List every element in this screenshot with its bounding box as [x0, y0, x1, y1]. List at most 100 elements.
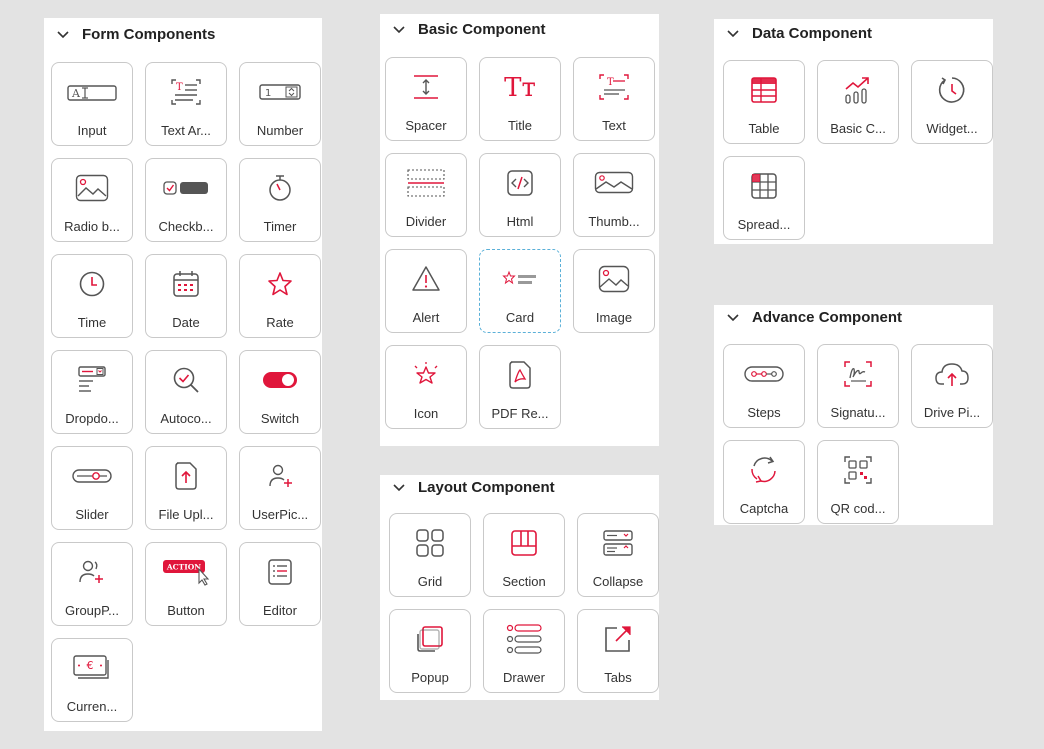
tile-file-upload[interactable]: File Upl...: [145, 446, 227, 530]
tile-captcha[interactable]: Captcha: [723, 440, 805, 524]
tile-tabs[interactable]: Tabs: [577, 609, 659, 693]
tile-label: Radio b...: [64, 219, 120, 234]
chevron-down-icon[interactable]: [392, 22, 406, 36]
chevron-down-icon[interactable]: [392, 480, 406, 494]
tile-label: Number: [256, 123, 304, 138]
tile-label: Widget...: [926, 121, 978, 136]
advance-component-panel: Advance Component Steps Signatu... Drive…: [714, 305, 993, 525]
tile-card[interactable]: Card: [479, 249, 561, 333]
tile-date[interactable]: Date: [145, 254, 227, 338]
chevron-down-icon[interactable]: [726, 26, 740, 40]
tile-basic-chart[interactable]: Basic C...: [817, 60, 899, 144]
tile-label: Image: [595, 310, 633, 325]
tile-dropdown[interactable]: Dropdo...: [51, 350, 133, 434]
basic-component-grid: Spacer Tт Title T Text Divider Html Thum…: [385, 57, 657, 429]
tile-text[interactable]: T Text: [573, 57, 655, 141]
tile-icon[interactable]: Icon: [385, 345, 467, 429]
tile-label: Section: [502, 574, 546, 589]
file-upload-icon: [175, 462, 197, 490]
tile-spacer[interactable]: Spacer: [385, 57, 467, 141]
tile-label: Alert: [412, 310, 440, 325]
tile-grid[interactable]: Grid: [389, 513, 471, 597]
button-badge: ACTION: [166, 563, 201, 572]
tile-label: Switch: [260, 411, 300, 426]
currency-icon: €: [73, 655, 109, 679]
collapse-icon: [603, 530, 633, 556]
tile-autocomplete[interactable]: Autoco...: [145, 350, 227, 434]
chevron-down-icon[interactable]: [726, 310, 740, 324]
card-icon: [502, 270, 536, 285]
tile-number[interactable]: 1 Number: [239, 62, 321, 146]
tile-title[interactable]: Tт Title: [479, 57, 561, 141]
tile-drawer[interactable]: Drawer: [483, 609, 565, 693]
tile-label: Rate: [266, 315, 294, 330]
tile-drive-picker[interactable]: Drive Pi...: [911, 344, 993, 428]
tile-html[interactable]: Html: [479, 153, 561, 237]
basic-component-panel: Basic Component Spacer Tт Title T Text D…: [380, 14, 659, 446]
html-icon: [507, 170, 533, 196]
tile-thumbnail[interactable]: Thumb...: [573, 153, 655, 237]
tile-label: Text Ar...: [161, 123, 211, 138]
timer-icon: [269, 175, 291, 201]
tile-collapse[interactable]: Collapse: [577, 513, 659, 597]
tile-section[interactable]: Section: [483, 513, 565, 597]
slider-icon: [72, 469, 112, 483]
tile-timer[interactable]: Timer: [239, 158, 321, 242]
tile-label: Spread...: [737, 217, 791, 232]
tile-group-picker[interactable]: GroupP...: [51, 542, 133, 626]
user-picker-icon: [269, 464, 292, 487]
tile-rate[interactable]: Rate: [239, 254, 321, 338]
svg-text:T: T: [176, 82, 183, 93]
panel-title: Form Components: [82, 25, 216, 43]
tile-switch[interactable]: Switch: [239, 350, 321, 434]
tile-signature[interactable]: Signatu...: [817, 344, 899, 428]
tile-alert[interactable]: Alert: [385, 249, 467, 333]
data-component-grid: Table Basic C... Widget... Spread...: [723, 60, 995, 240]
tile-widget[interactable]: Widget...: [911, 60, 993, 144]
data-component-header[interactable]: Data Component: [714, 19, 993, 47]
tile-steps[interactable]: Steps: [723, 344, 805, 428]
tile-button[interactable]: ACTION Button: [145, 542, 227, 626]
widget-icon: [938, 77, 965, 103]
spreadsheet-icon: [751, 173, 777, 199]
tile-checkbox[interactable]: Checkb...: [145, 158, 227, 242]
dropdown-icon: [78, 366, 106, 392]
tile-user-picker[interactable]: UserPic...: [239, 446, 321, 530]
tile-pdf-reader[interactable]: PDF Re...: [479, 345, 561, 429]
alert-icon: [412, 266, 440, 291]
form-components-header[interactable]: Form Components: [44, 18, 322, 50]
input-icon: A: [67, 85, 117, 101]
tile-table[interactable]: Table: [723, 60, 805, 144]
tile-popup[interactable]: Popup: [389, 609, 471, 693]
pdf-icon: [509, 361, 531, 389]
tile-qr-code[interactable]: QR cod...: [817, 440, 899, 524]
chevron-down-icon[interactable]: [56, 27, 70, 41]
tile-editor[interactable]: Editor: [239, 542, 321, 626]
checkbox-icon: [163, 181, 208, 195]
tile-time[interactable]: Time: [51, 254, 133, 338]
switch-icon: [263, 372, 297, 388]
tile-label: Drawer: [503, 670, 545, 685]
autocomplete-icon: [173, 367, 199, 393]
tile-input[interactable]: A Input: [51, 62, 133, 146]
text-icon: T: [599, 74, 629, 100]
basic-component-header[interactable]: Basic Component: [380, 14, 659, 44]
drawer-icon: [506, 624, 542, 654]
grid-icon: [416, 529, 444, 557]
tile-radio-button[interactable]: Radio b...: [51, 158, 133, 242]
tile-image[interactable]: Image: [573, 249, 655, 333]
layout-component-header[interactable]: Layout Component: [380, 475, 659, 499]
tile-label: Popup: [411, 670, 449, 685]
tile-label: Captcha: [739, 501, 789, 516]
svg-text:A: A: [71, 87, 81, 100]
tile-slider[interactable]: Slider: [51, 446, 133, 530]
tile-currency[interactable]: € Curren...: [51, 638, 133, 722]
tile-divider[interactable]: Divider: [385, 153, 467, 237]
tile-label: Card: [505, 310, 535, 325]
tile-spreadsheet[interactable]: Spread...: [723, 156, 805, 240]
tile-text-area[interactable]: T Text Ar...: [145, 62, 227, 146]
icon-icon: [414, 362, 438, 384]
title-glyph: Tт: [504, 73, 536, 102]
advance-component-header[interactable]: Advance Component: [714, 305, 993, 329]
number-icon: 1: [259, 84, 301, 100]
